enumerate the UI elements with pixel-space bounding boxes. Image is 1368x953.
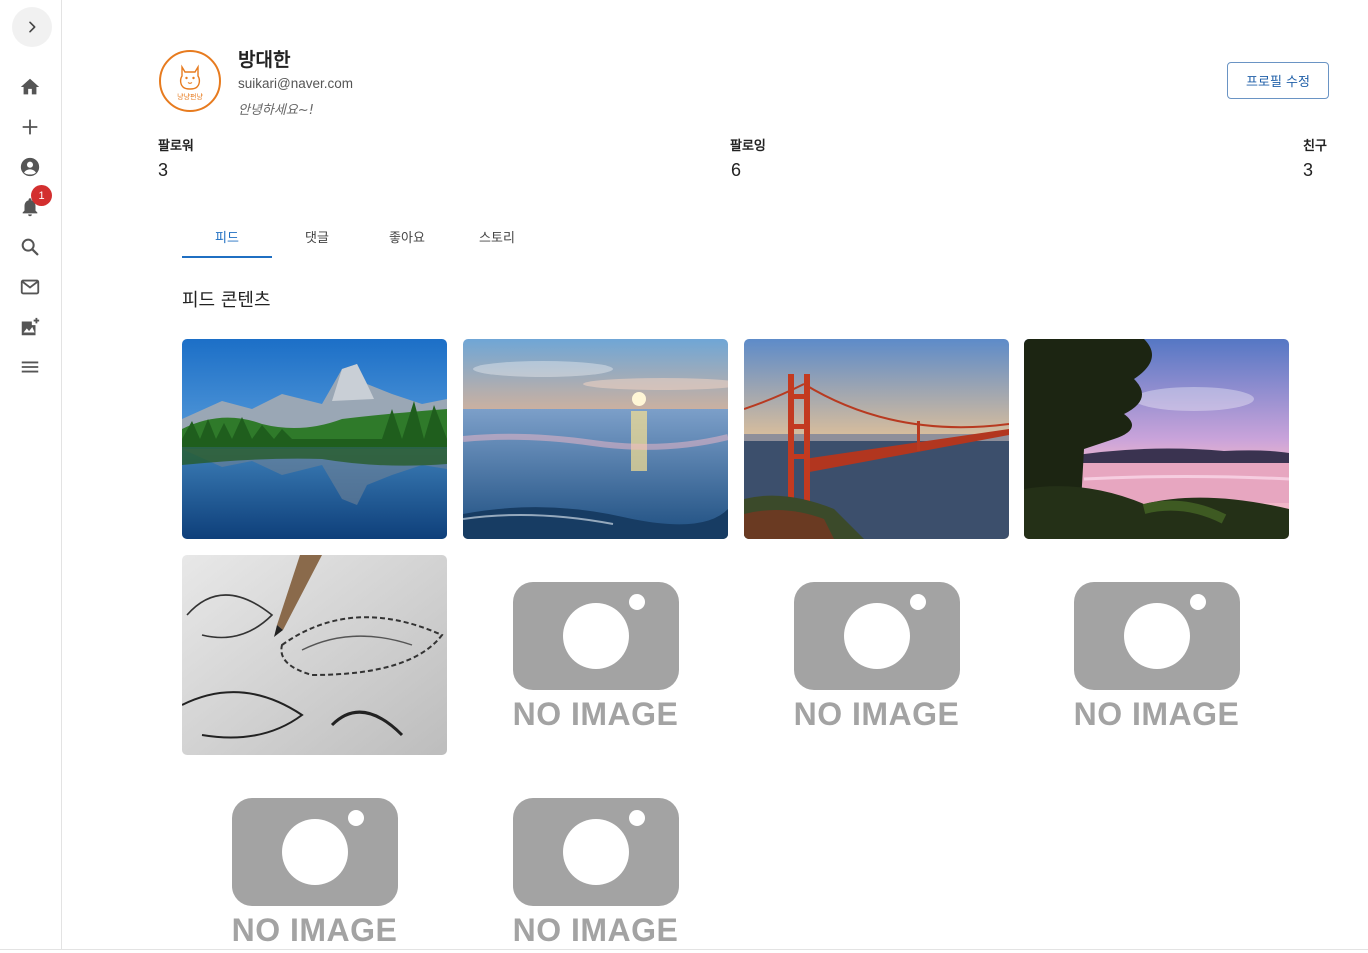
camera-icon [512, 798, 679, 906]
feed-item[interactable] [182, 339, 447, 539]
sidebar-item-search[interactable] [18, 235, 42, 259]
following-label[interactable]: 팔로잉 [730, 135, 766, 154]
sidebar-item-create[interactable] [18, 115, 42, 139]
pencil-sketch-image [182, 555, 447, 755]
camera-icon [231, 798, 398, 906]
no-image-label: NO IMAGE [793, 696, 960, 732]
feed-item[interactable] [463, 339, 728, 539]
cat-logo-icon: 냥냥펀냥 [177, 64, 203, 101]
followers-count[interactable]: 3 [158, 160, 168, 181]
tree-sunset-image [1024, 339, 1289, 539]
feed-item[interactable]: NO IMAGE [463, 555, 728, 755]
friends-count[interactable]: 3 [1303, 160, 1313, 181]
tab-comments[interactable]: 댓글 [272, 214, 362, 258]
no-image-label: NO IMAGE [1073, 696, 1240, 732]
chevron-right-icon [29, 21, 36, 33]
bottom-divider [0, 949, 1368, 950]
notification-badge: 1 [31, 185, 52, 206]
tab-indicator [182, 256, 272, 258]
camera-icon [1073, 582, 1240, 690]
plus-icon [22, 119, 38, 135]
avatar-text: 냥냥펀냥 [177, 92, 203, 101]
sidebar-item-messages[interactable] [18, 275, 42, 299]
sidebar-item-add-photo[interactable] [18, 315, 42, 339]
sidebar-item-home[interactable] [18, 75, 42, 99]
following-count[interactable]: 6 [731, 160, 741, 181]
edit-profile-button[interactable]: 프로필 수정 [1227, 62, 1329, 99]
sidebar-item-profile[interactable] [18, 155, 42, 179]
no-image-label: NO IMAGE [512, 912, 679, 948]
sea-sunset-image [463, 339, 728, 539]
sidebar-item-menu[interactable] [18, 355, 42, 379]
menu-icon [21, 361, 39, 373]
mail-icon [20, 279, 40, 295]
no-image-label: NO IMAGE [231, 912, 398, 948]
profile-email: suikari@naver.com [238, 76, 353, 91]
section-title: 피드 콘텐츠 [182, 290, 271, 311]
camera-icon [512, 582, 679, 690]
feed-item[interactable]: NO IMAGE [182, 771, 447, 949]
tab-feed[interactable]: 피드 [182, 214, 272, 258]
tab-likes[interactable]: 좋아요 [362, 214, 452, 258]
feed-item[interactable]: NO IMAGE [1024, 555, 1289, 755]
feed-item[interactable] [182, 555, 447, 755]
golden-gate-bridge-image [744, 339, 1009, 539]
sidebar: 1 [0, 0, 62, 950]
home-icon [20, 78, 40, 95]
friends-label[interactable]: 친구 [1303, 135, 1327, 154]
profile-name: 방대한 [238, 49, 291, 71]
feed-item[interactable] [1024, 339, 1289, 539]
profile-bio: 안녕하세요~! [238, 103, 314, 118]
sidebar-toggle-button[interactable] [12, 7, 52, 47]
account-icon [20, 157, 40, 177]
feed-item[interactable]: NO IMAGE [744, 555, 1009, 755]
tab-story[interactable]: 스토리 [452, 214, 542, 258]
search-icon [21, 238, 39, 256]
feed-item[interactable] [744, 339, 1009, 539]
camera-icon [793, 582, 960, 690]
mountain-lake-image [182, 339, 447, 539]
no-image-label: NO IMAGE [512, 696, 679, 732]
avatar[interactable]: 냥냥펀냥 [159, 50, 221, 112]
followers-label[interactable]: 팔로워 [158, 135, 194, 154]
add-photo-icon [21, 317, 40, 336]
feed-item[interactable]: NO IMAGE [463, 771, 728, 949]
